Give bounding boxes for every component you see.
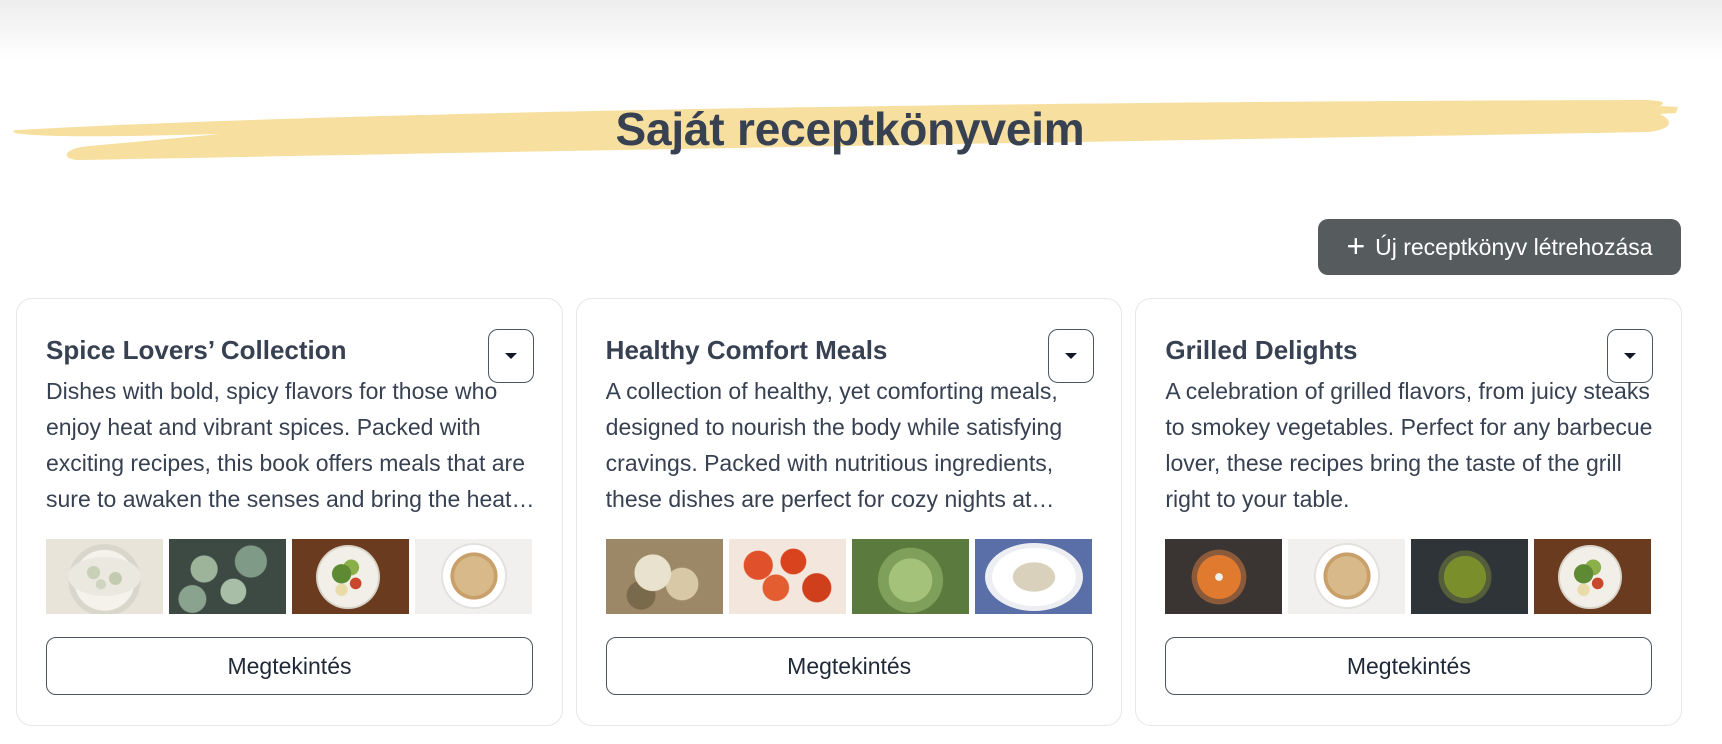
create-cookbook-label: Új receptkönyv létrehozása [1375, 233, 1653, 260]
cookbook-card: Spice Lovers’ Collection Dishes with bol… [16, 298, 563, 726]
recipe-thumbnail-noodles [1288, 539, 1406, 614]
recipe-thumbnail-noodles [415, 539, 532, 614]
recipe-thumbnails [46, 539, 533, 614]
view-cookbook-button[interactable]: Megtekintés [1165, 637, 1653, 695]
cookbook-title: Grilled Delights [1165, 335, 1358, 365]
caret-down-icon [1624, 353, 1637, 359]
header-shadow [0, 0, 1722, 60]
recipe-thumbnail-kale [169, 539, 286, 614]
caret-down-icon [1064, 353, 1077, 359]
cookbook-description: Dishes with bold, spicy flavors for thos… [46, 378, 525, 512]
recipe-thumbnails [605, 539, 1093, 614]
cookbook-description: A celebration of grilled flavors, from j… [1165, 378, 1653, 512]
recipe-thumbnail-salad-bowl [292, 539, 409, 614]
title-section: Saját receptkönyveim [0, 92, 1722, 172]
recipe-thumbnails [1165, 539, 1652, 614]
cookbook-grid: Spice Lovers’ Collection Dishes with bol… [16, 298, 1683, 726]
view-cookbook-button[interactable]: Megtekintés [605, 637, 1093, 695]
cookbook-title: Healthy Comfort Meals [605, 335, 888, 365]
recipe-thumbnail-dumplings [46, 539, 163, 614]
recipe-thumbnail-sweet-sour-chicken [728, 539, 846, 614]
recipe-thumbnail-palak [1411, 539, 1529, 614]
caret-down-icon [505, 353, 517, 359]
cookbook-card: Healthy Comfort Meals A collection of he… [575, 298, 1123, 726]
view-cookbook-button[interactable]: Megtekintés [46, 637, 533, 695]
recipe-thumbnail-risotto [974, 539, 1092, 614]
cookbook-card: Grilled Delights A celebration of grille… [1135, 298, 1683, 726]
plus-icon: + [1346, 227, 1366, 264]
recipe-thumbnail-salad-bowl [1534, 539, 1652, 614]
create-cookbook-button[interactable]: + Új receptkönyv létrehozása [1318, 219, 1681, 275]
recipe-thumbnail-green-curry [851, 539, 969, 614]
recipe-thumbnail-cheesy-dish [605, 539, 723, 614]
cookbook-title: Spice Lovers’ Collection [46, 335, 347, 365]
cookbook-description: A collection of healthy, yet comforting … [605, 378, 1063, 512]
recipe-thumbnail-butter-chicken [1165, 539, 1283, 614]
page-title: Saját receptkönyveim [615, 103, 1085, 155]
